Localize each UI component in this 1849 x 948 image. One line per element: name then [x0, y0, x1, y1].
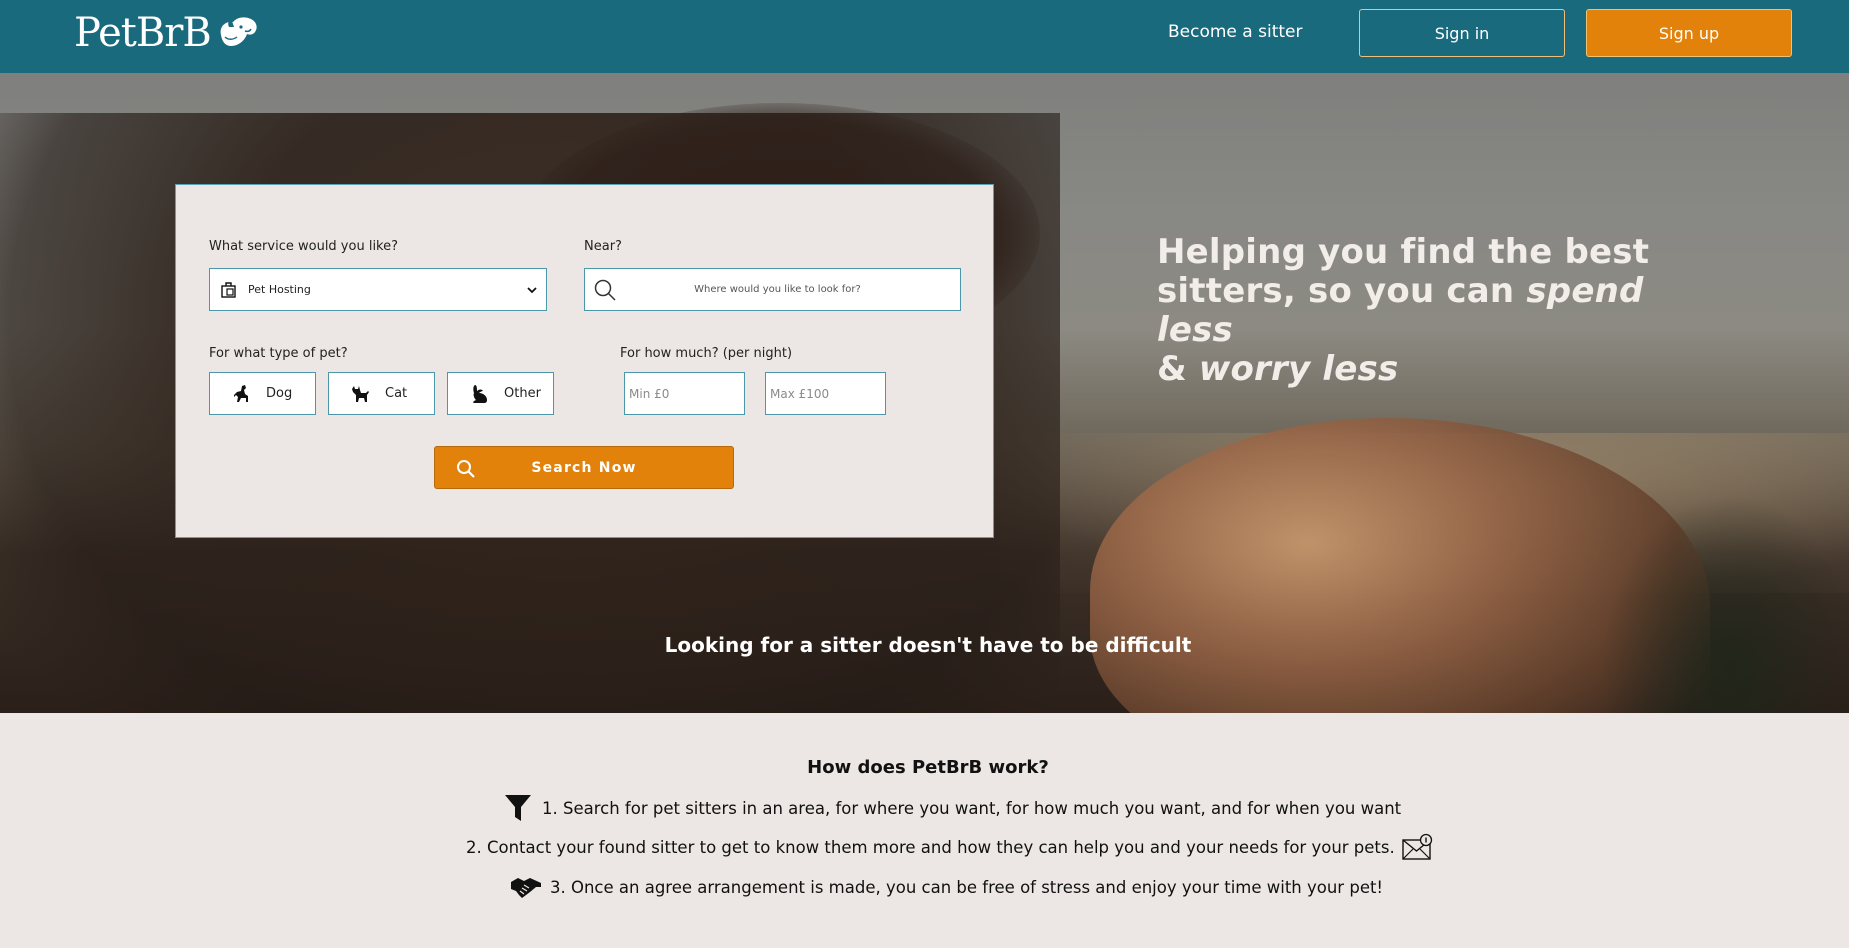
search-icon — [594, 279, 616, 301]
hero-tagline: Helping you find the best sitters, so yo… — [1157, 233, 1677, 389]
near-placeholder: Where would you like to look for? — [694, 284, 861, 295]
handshake-icon — [511, 878, 541, 898]
search-now-button[interactable]: Search Now — [434, 446, 734, 489]
how-step-3: 3. Once an agree arrangement is made, yo… — [510, 873, 1383, 901]
tagline-line-3-text: & — [1157, 349, 1199, 389]
search-form-card: What service would you like? Pet Hosting… — [175, 184, 994, 538]
tagline-line-3: & worry less — [1157, 350, 1677, 389]
logo-text: PetBrB — [74, 10, 212, 56]
tagline-line-2-text: sitters, so you can — [1157, 271, 1527, 311]
sign-up-button[interactable]: Sign up — [1586, 9, 1792, 57]
how-step-1-text: 1. Search for pet sitters in an area, fo… — [542, 798, 1402, 818]
luggage-icon — [221, 281, 236, 298]
search-icon — [457, 460, 475, 478]
logo[interactable]: PetBrB — [74, 10, 259, 56]
mail-notification-icon — [1402, 833, 1432, 860]
cat-icon — [352, 385, 369, 402]
pet-dog-label: Dog — [266, 386, 293, 401]
site-header: PetBrB Become a sitter Sign in Sign up — [0, 0, 1849, 73]
dog-cat-icon — [220, 17, 257, 46]
service-select-value: Pet Hosting — [248, 283, 311, 296]
sign-in-button[interactable]: Sign in — [1359, 9, 1565, 57]
near-label: Near? — [584, 239, 622, 254]
tagline-worry-less: worry less — [1198, 349, 1399, 389]
pet-other-button[interactable]: Other — [447, 372, 554, 415]
tagline-line-1: Helping you find the best — [1157, 232, 1650, 272]
how-it-works-section: How does PetBrB work? 1. Search for pet … — [0, 713, 1849, 948]
search-now-label: Search Now — [531, 459, 637, 476]
max-price-input[interactable]: Max £100 — [765, 372, 886, 415]
become-sitter-link[interactable]: Become a sitter — [1168, 22, 1302, 42]
pet-cat-button[interactable]: Cat — [328, 372, 435, 415]
dog-icon — [234, 384, 248, 402]
tagline-line-2: sitters, so you can spend less — [1157, 272, 1677, 350]
near-search-input[interactable]: Where would you like to look for? — [584, 268, 961, 311]
how-title: How does PetBrB work? — [807, 757, 1049, 778]
rabbit-icon — [473, 384, 487, 403]
min-price-input[interactable]: Min £0 — [624, 372, 745, 415]
service-label: What service would you like? — [209, 239, 399, 254]
filter-icon — [505, 795, 531, 821]
how-step-2-text: 2. Contact your found sitter to get to k… — [466, 837, 1395, 857]
how-step-1: 1. Search for pet sitters in an area, fo… — [504, 793, 1401, 823]
pet-type-label: For what type of pet? — [209, 346, 348, 361]
price-label: For how much? (per night) — [620, 346, 793, 361]
how-step-3-text: 3. Once an agree arrangement is made, yo… — [550, 877, 1384, 897]
how-step-2: 2. Contact your found sitter to get to k… — [466, 833, 1434, 861]
pet-other-label: Other — [504, 386, 541, 401]
hero-trees — [1600, 493, 1849, 713]
pet-cat-label: Cat — [385, 386, 408, 401]
pet-dog-button[interactable]: Dog — [209, 372, 316, 415]
service-select[interactable]: Pet Hosting — [209, 268, 547, 311]
hero-subtitle: Looking for a sitter doesn't have to be … — [664, 633, 1192, 657]
chevron-down-icon — [527, 287, 537, 294]
